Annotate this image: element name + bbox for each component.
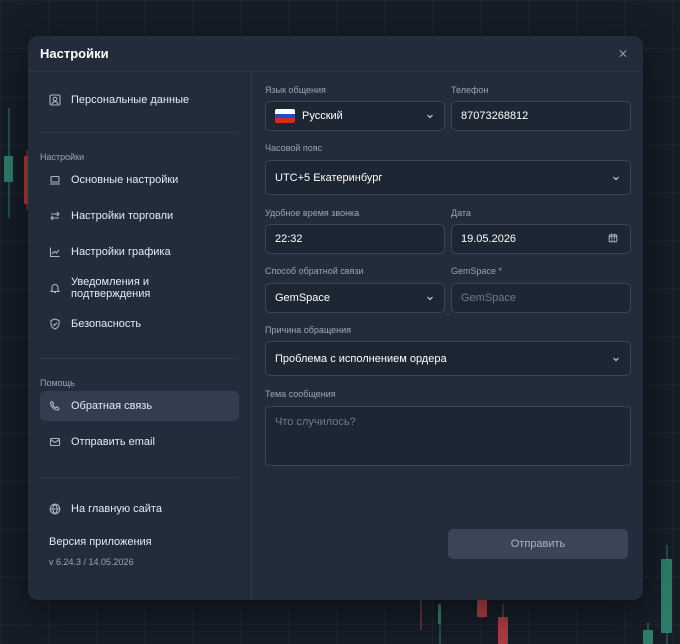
- sidebar-item-label: Настройки графика: [71, 246, 171, 258]
- gemspace-placeholder: GemSpace: [461, 292, 517, 304]
- timezone-value: UTC+5 Екатеринбург: [275, 171, 383, 184]
- timezone-select[interactable]: UTC+5 Екатеринбург: [265, 160, 631, 195]
- close-icon: ✕: [617, 46, 629, 61]
- reason-value: Проблема с исполнением ордера: [275, 352, 447, 365]
- chart-candle: [643, 622, 653, 644]
- chart-candle: [4, 108, 13, 218]
- sidebar-item-label: На главную сайта: [71, 503, 162, 515]
- laptop-icon: [49, 174, 61, 186]
- sidebar-item-personal[interactable]: Персональные данные: [40, 85, 239, 115]
- phone-field[interactable]: 87073268812: [451, 101, 631, 131]
- call-time-field[interactable]: 22:32: [265, 224, 445, 254]
- language-select[interactable]: Русский: [265, 101, 445, 131]
- chevron-down-icon: [611, 354, 621, 364]
- sidebar-item-label: Обратная связь: [71, 400, 153, 412]
- feedback-method-select[interactable]: GemSpace: [265, 283, 445, 313]
- phone-value: 87073268812: [461, 110, 529, 122]
- chart-candle: [477, 600, 487, 618]
- subject-label: Тема сообщения: [265, 389, 336, 399]
- sidebar-item-feedback[interactable]: Обратная связь: [40, 391, 239, 421]
- version-value: v 6.24.3 / 14.05.2026: [49, 557, 134, 567]
- sidebar-item-security[interactable]: Безопасность: [40, 309, 239, 339]
- reason-select[interactable]: Проблема с исполнением ордера: [265, 341, 631, 376]
- sidebar-item-home[interactable]: На главную сайта: [40, 494, 239, 524]
- settings-modal: Настройки ✕ Персональные данные Настройк…: [28, 36, 643, 600]
- date-label: Дата: [451, 208, 471, 218]
- gemspace-label: GemSpace *: [451, 266, 503, 276]
- sidebar-item-label: Настройки торговли: [71, 210, 174, 222]
- globe-icon: [49, 503, 61, 515]
- mail-icon: [49, 436, 61, 448]
- arrows-swap-icon: [49, 210, 61, 222]
- chart-candle: [498, 604, 508, 644]
- shield-icon: [49, 318, 61, 330]
- sidebar-section-help: Помощь: [40, 378, 75, 388]
- chart-candle: [419, 600, 422, 630]
- user-card-icon: [49, 94, 61, 106]
- chevron-down-icon: [611, 173, 621, 183]
- subject-placeholder: Что случилось?: [275, 416, 356, 428]
- sidebar-section-settings: Настройки: [40, 152, 85, 162]
- sidebar-item-label: Уведомления и подтверждения: [71, 276, 151, 300]
- modal-header: Настройки ✕: [28, 36, 643, 72]
- feedback-method-value: GemSpace: [275, 292, 331, 304]
- submit-button[interactable]: Отправить: [448, 529, 628, 559]
- sidebar-item-label: Персональные данные: [71, 94, 190, 106]
- chart-line-icon: [49, 246, 61, 258]
- chevron-down-icon: [425, 293, 435, 303]
- feedback-method-label: Способ обратной связи: [265, 266, 364, 276]
- reason-label: Причина обращения: [265, 325, 352, 335]
- russia-flag-icon: [275, 109, 295, 123]
- close-button[interactable]: ✕: [615, 47, 631, 61]
- date-field[interactable]: 19.05.2026: [451, 224, 631, 254]
- call-time-label: Удобное время звонка: [265, 208, 360, 218]
- language-label: Язык общения: [265, 85, 326, 95]
- modal-title: Настройки: [40, 46, 109, 61]
- sidebar-item-label: Основные настройки: [71, 174, 179, 186]
- sidebar-item-email[interactable]: Отправить email: [40, 427, 239, 457]
- feedback-form: Язык общения Русский Телефон 87073268812…: [253, 72, 643, 600]
- bell-icon: [49, 282, 61, 294]
- calendar-icon[interactable]: [608, 233, 621, 246]
- sidebar-item-trading[interactable]: Настройки торговли: [40, 201, 239, 231]
- sidebar-item-general[interactable]: Основные настройки: [40, 165, 239, 195]
- sidebar-item-label: Безопасность: [71, 318, 142, 330]
- version-title: Версия приложения: [49, 536, 152, 548]
- timezone-label: Часовой пояс: [265, 143, 323, 153]
- sidebar-item-notifications[interactable]: Уведомления и подтверждения: [40, 273, 239, 303]
- chart-candle: [438, 604, 441, 644]
- subject-textarea[interactable]: Что случилось?: [265, 406, 631, 466]
- sidebar-item-label: Отправить email: [71, 436, 155, 448]
- phone-label: Телефон: [451, 85, 489, 95]
- gemspace-field[interactable]: GemSpace: [451, 283, 631, 313]
- phone-icon: [49, 400, 61, 412]
- chevron-down-icon: [425, 111, 435, 121]
- sidebar-item-chart[interactable]: Настройки графика: [40, 237, 239, 267]
- settings-sidebar: Персональные данные Настройки Основные н…: [28, 72, 252, 600]
- date-value: 19.05.2026: [461, 233, 517, 245]
- language-value: Русский: [302, 110, 343, 122]
- chart-candle: [661, 545, 672, 644]
- call-time-value: 22:32: [275, 233, 303, 245]
